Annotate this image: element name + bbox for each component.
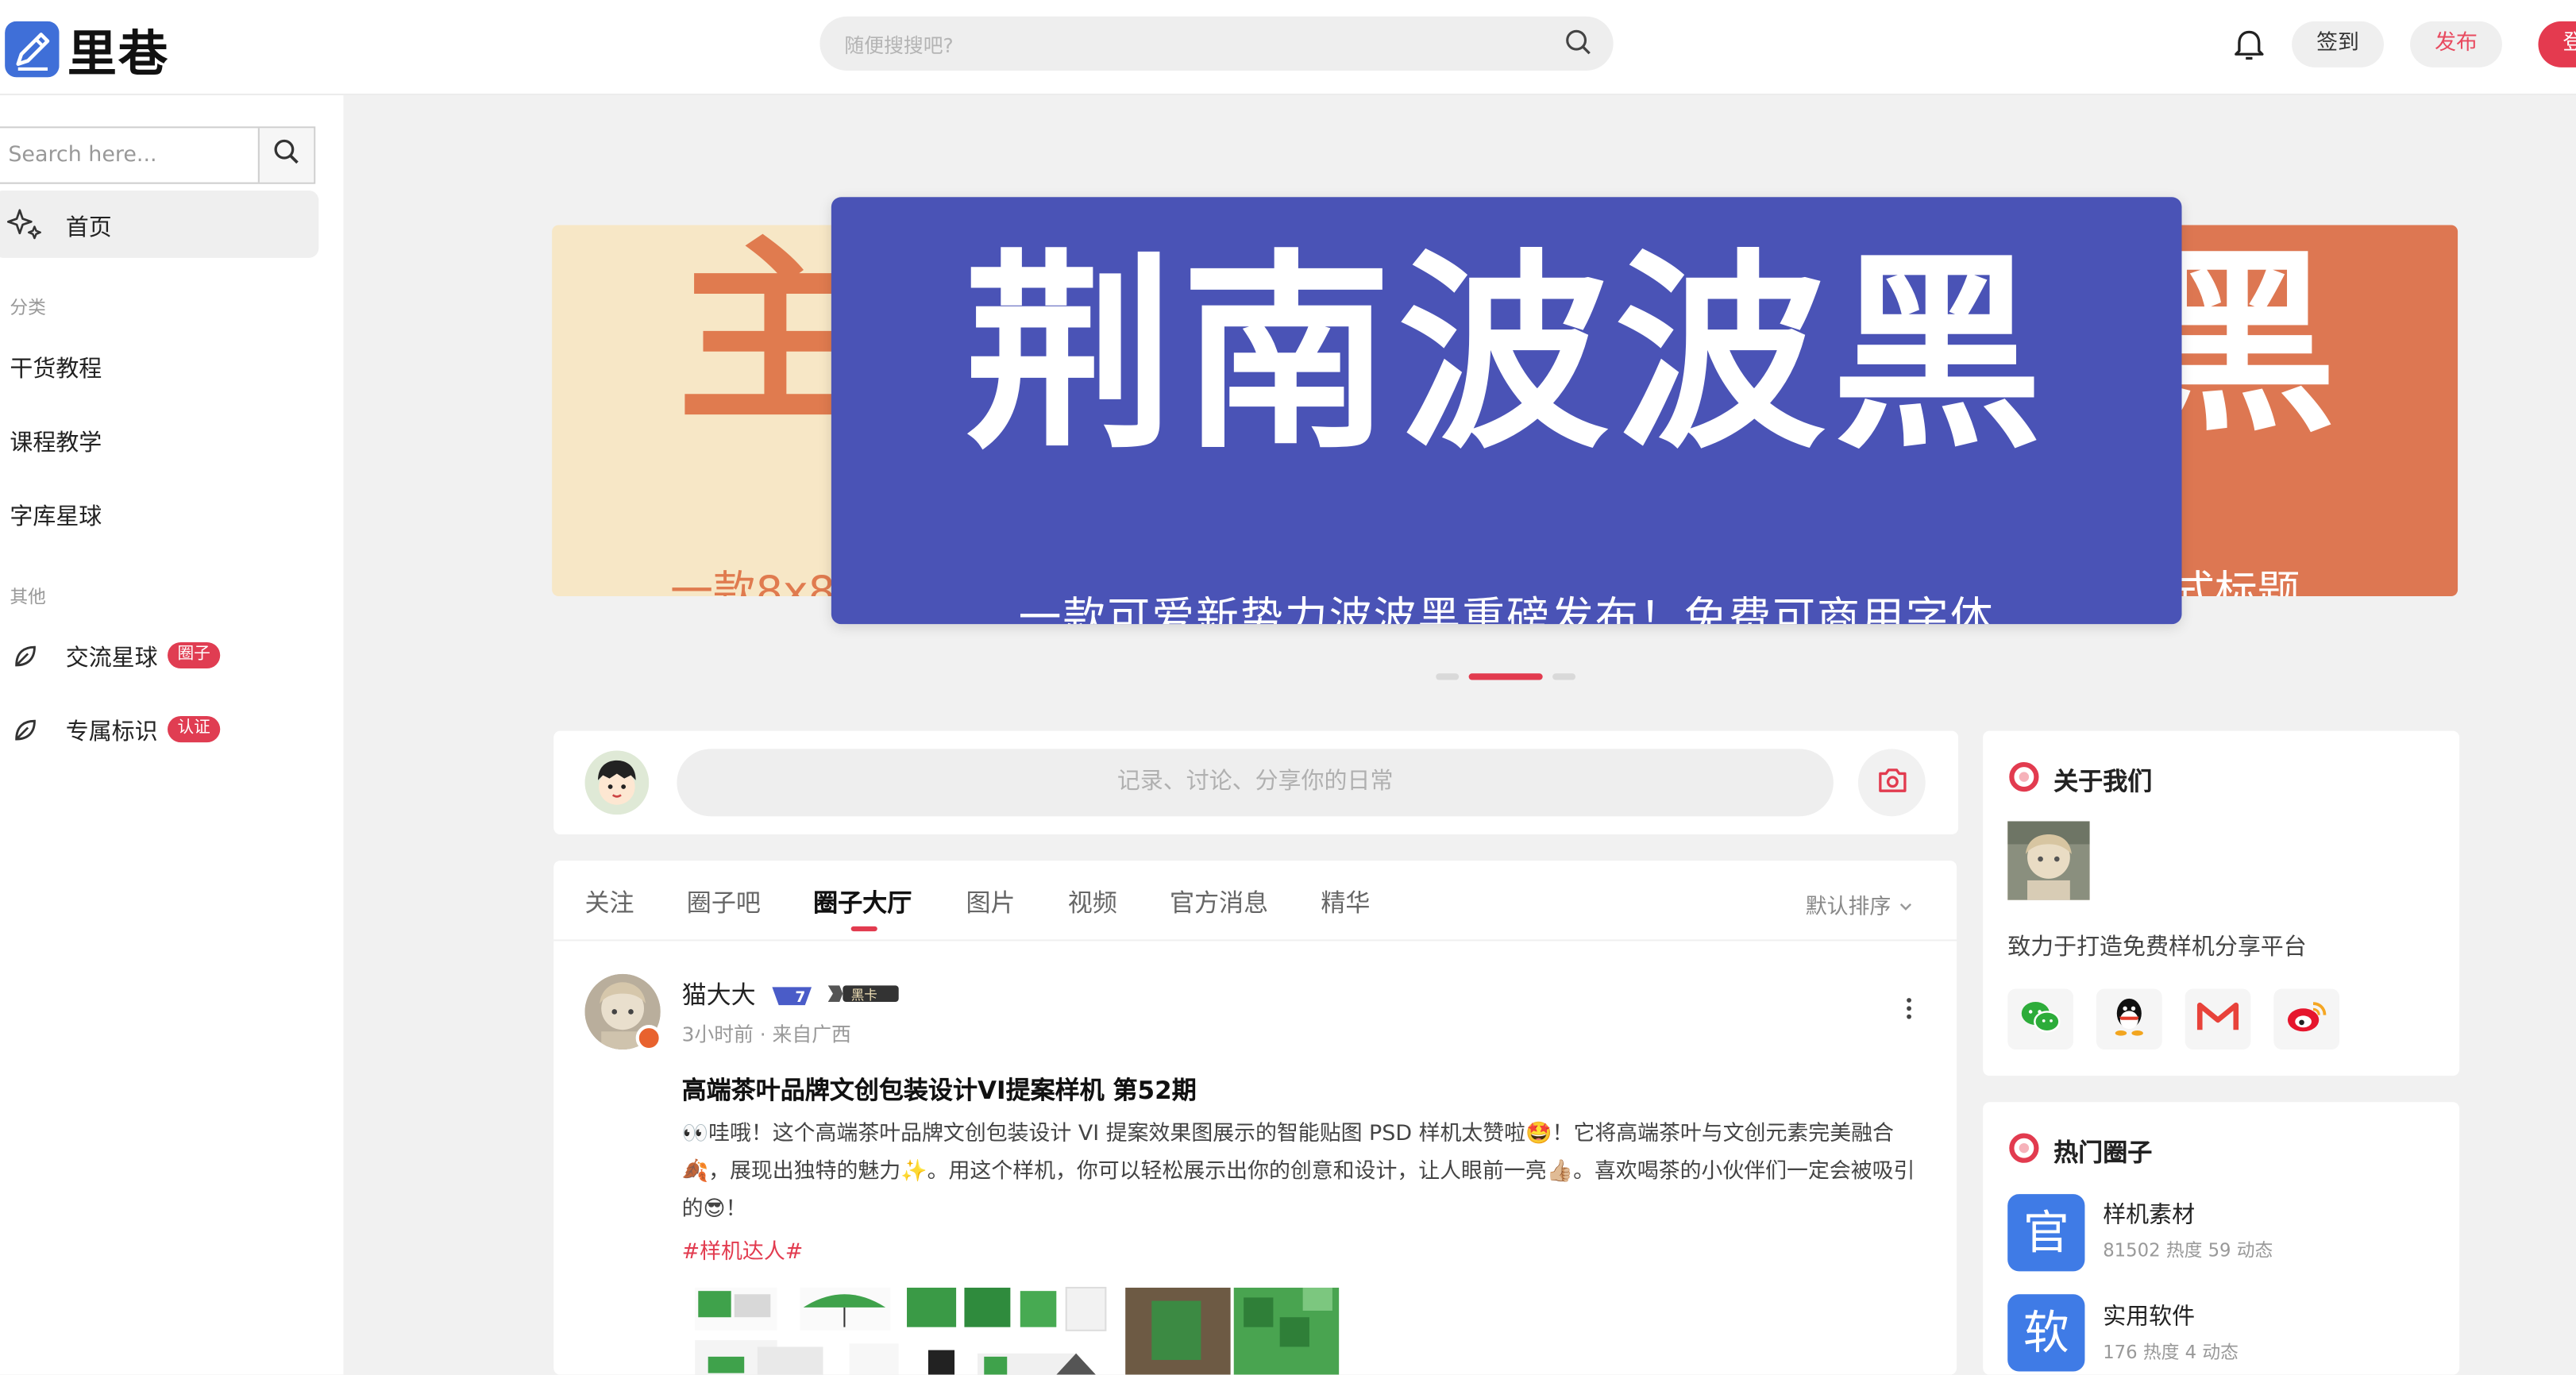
sidebar-search-button[interactable] <box>257 128 314 183</box>
sidebar-item-label: 专属标识 <box>65 719 158 746</box>
signin-button[interactable]: 签到 <box>2292 21 2384 67</box>
composer-input[interactable]: 记录、讨论、分享你的日常 <box>677 749 1834 817</box>
slide-glyph: 黑 <box>2165 247 2336 445</box>
slide-title: 荆南波波黑 <box>964 233 2049 479</box>
carousel-dot-active[interactable] <box>1468 673 1543 680</box>
circle-avatar-icon: 官 <box>2007 1194 2085 1272</box>
top-search-input[interactable]: 随便搜搜吧? <box>819 16 1614 71</box>
section-label-other: 其他 <box>10 586 46 608</box>
wechat-icon <box>2019 998 2062 1041</box>
about-us-card: 关于我们 致力于打造免费样机分享平台 <box>1983 730 2460 1077</box>
hot-circles-card: 热门圈子 官 样机素材 81502 热度 59 动态 软 实用软件 176 热度… <box>1983 1102 2460 1375</box>
about-description: 致力于打造免费样机分享平台 <box>2007 934 2307 961</box>
about-image <box>2007 821 2090 900</box>
circle-stats: 176 热度 4 动态 <box>2103 1342 2239 1364</box>
bell-icon[interactable] <box>2231 26 2268 69</box>
sidebar-item-label: 交流星球 <box>65 645 158 672</box>
circle-logo-icon <box>2007 761 2040 800</box>
post-topic-tag[interactable]: #样机达人# <box>682 1234 804 1265</box>
post-composer: 记录、讨论、分享你的日常 <box>553 730 1959 835</box>
post-body: 👀哇哦！这个高端茶叶品牌文创包装设计 VI 提案效果图展示的智能贴图 PSD 样… <box>681 1122 1915 1223</box>
card-title: 热门圈子 <box>2053 1137 2153 1167</box>
carousel-dot[interactable] <box>1436 673 1460 680</box>
circle-name: 样机素材 <box>2103 1202 2196 1229</box>
top-bar: 里巷 随便搜搜吧? 签到 发布 登 <box>0 0 2576 95</box>
post-meta: 3小时前 · 来自广西 <box>681 1023 851 1046</box>
wechat-button[interactable] <box>2007 988 2073 1050</box>
tab-images[interactable]: 图片 <box>966 885 1016 919</box>
tab-circle-bar[interactable]: 圈子吧 <box>687 885 761 919</box>
slide-glyph: 主 <box>677 237 847 435</box>
left-sidebar: Search here... 首页 分类 干货教程 课程教学 字库星球 其他 交… <box>0 94 344 1375</box>
post-title[interactable]: 高端茶叶品牌文创包装设计VI提案样机 第52期 <box>682 1073 1197 1107</box>
circle-avatar-icon: 软 <box>2007 1294 2085 1372</box>
sort-label: 默认排序 <box>1805 895 1892 920</box>
logo-text: 里巷 <box>67 26 170 84</box>
level-badge-text: 7 <box>795 989 805 1006</box>
verified-badge: 认证 <box>168 716 221 743</box>
search-icon <box>272 138 300 172</box>
top-search-placeholder: 随便搜搜吧? <box>844 34 954 58</box>
slide-subtitle: 一款可爱新势力波波黑重磅发布！免费可商用字体 <box>1018 594 1995 625</box>
leaf-icon <box>11 642 39 676</box>
mail-button[interactable] <box>2185 988 2251 1050</box>
sparkle-icon <box>6 207 43 247</box>
circle-stats: 81502 热度 59 动态 <box>2103 1240 2273 1261</box>
mail-icon <box>2196 999 2239 1039</box>
qq-icon <box>2111 995 2148 1044</box>
qq-button[interactable] <box>2096 988 2162 1050</box>
weibo-button[interactable] <box>2273 988 2340 1050</box>
sidebar-item-label: 首页 <box>65 215 112 242</box>
tab-circle-hall[interactable]: 圈子大厅 <box>813 885 912 919</box>
sidebar-search-placeholder: Search here... <box>8 142 157 168</box>
more-vertical-icon[interactable] <box>1904 996 1914 1028</box>
carousel-dot[interactable] <box>1552 673 1576 680</box>
logo[interactable]: 里巷 <box>5 13 169 86</box>
chevron-down-icon <box>1898 895 1915 920</box>
vip-card-badge: 黑卡 <box>827 980 902 1003</box>
tab-official-news[interactable]: 官方消息 <box>1170 885 1268 919</box>
publish-button[interactable]: 发布 <box>2410 21 2502 67</box>
card-header: 热门圈子 <box>2007 1131 2152 1171</box>
verified-icon <box>635 1024 662 1052</box>
active-tab-indicator <box>850 926 877 932</box>
tab-videos[interactable]: 视频 <box>1068 885 1117 919</box>
circle-name: 实用软件 <box>2103 1304 2196 1331</box>
sidebar-item-tutorials[interactable]: 干货教程 <box>10 352 102 384</box>
camera-button[interactable] <box>1857 749 1926 817</box>
slide-subtitle: 式标题 <box>2172 568 2300 597</box>
tab-follow[interactable]: 关注 <box>585 885 634 919</box>
carousel-slide-active[interactable]: 荆南波波黑 一款可爱新势力波波黑重磅发布！免费可商用字体 <box>831 197 2182 625</box>
slide-subtitle: 一款8x8 <box>670 568 836 597</box>
sort-dropdown[interactable]: 默认排序 <box>1805 888 1915 920</box>
tab-featured[interactable]: 精华 <box>1321 885 1370 919</box>
circle-logo-icon <box>2007 1131 2040 1171</box>
sidebar-item-font-planet[interactable]: 字库星球 <box>10 499 102 532</box>
weibo-icon <box>2285 998 2328 1041</box>
card-title: 关于我们 <box>2053 766 2153 796</box>
post-author[interactable]: 猫大大 <box>682 977 756 1011</box>
feed-tabs: 关注 圈子吧 圈子大厅 图片 视频 官方消息 精华 默认排序 <box>553 861 1957 942</box>
login-button[interactable]: 登 <box>2538 21 2576 67</box>
feed-panel: 关注 圈子吧 圈子大厅 图片 视频 官方消息 精华 默认排序 猫大大 7 黑卡 … <box>553 861 1957 1375</box>
carousel-pagination <box>1436 673 1576 680</box>
avatar[interactable] <box>584 750 650 815</box>
pencil-logo-icon <box>5 21 60 78</box>
sidebar-item-home[interactable]: 首页 <box>0 190 319 258</box>
camera-icon <box>1877 766 1907 799</box>
search-icon[interactable] <box>1564 28 1594 64</box>
post-image-grid[interactable] <box>685 1284 1343 1375</box>
carousel-slide-prev[interactable]: 主 一款8x8 <box>552 225 848 597</box>
card-header: 关于我们 <box>2007 761 2152 800</box>
sidebar-item-courses[interactable]: 课程教学 <box>10 426 102 458</box>
section-label-category: 分类 <box>10 297 46 319</box>
circle-badge: 圈子 <box>168 641 221 669</box>
leaf-icon <box>11 716 39 750</box>
vip-badge-text: 黑卡 <box>851 988 877 1003</box>
level-badge: 7 <box>769 982 815 1006</box>
mockup-thumbnail <box>695 1286 1340 1375</box>
sidebar-search-input[interactable]: Search here... <box>0 126 316 184</box>
carousel-slide-next[interactable]: 黑 式标题 <box>2165 225 2458 597</box>
